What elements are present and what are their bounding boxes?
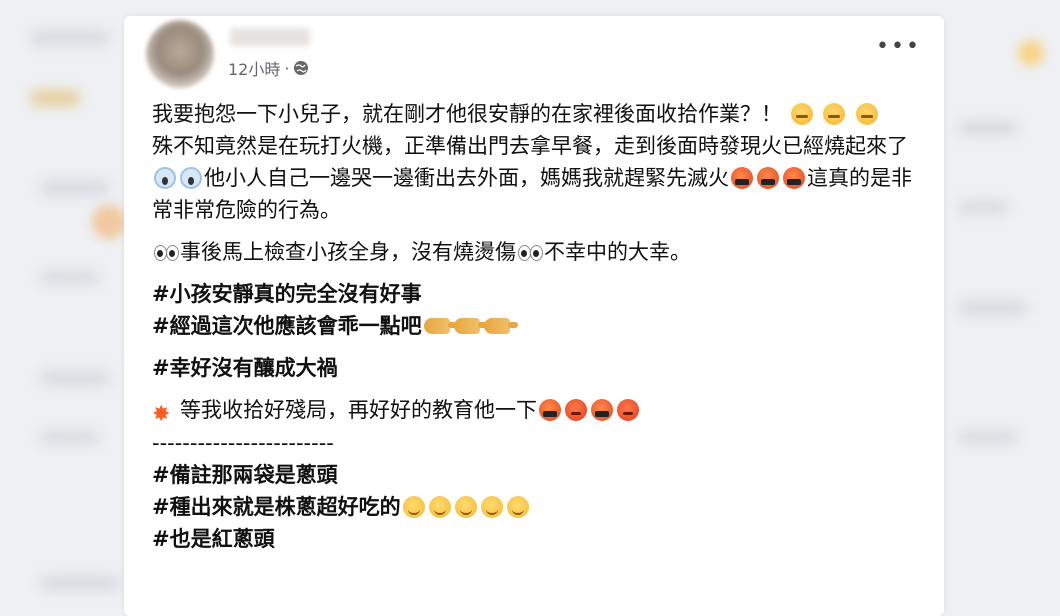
- angry-face-icon: [617, 399, 639, 421]
- meta-separator: ·: [284, 58, 290, 78]
- pointing-hand-icon: [423, 318, 458, 334]
- hashtag-link[interactable]: #種出來就是株蔥超好吃的: [152, 495, 401, 519]
- bg-blur: [1018, 40, 1044, 66]
- cursing-face-icon: [539, 399, 561, 421]
- post-text: 我要抱怨一下小兒子，就在剛才他很安靜的在家裡後面收拾作業？！: [152, 102, 782, 126]
- relieved-face-icon: [480, 496, 503, 518]
- tired-face-icon: [823, 103, 846, 125]
- post-body: 我要抱怨一下小兒子，就在剛才他很安靜的在家裡後面收拾作業？！ 殊不知竟然是在玩打…: [152, 98, 922, 555]
- post-text: 他小人自己一邊哭一邊衝出去外面，媽媽我就趕緊先滅火: [204, 166, 729, 190]
- cursing-face-icon: [757, 167, 779, 189]
- angry-face-icon: [565, 399, 587, 421]
- relieved-face-icon: [402, 496, 425, 518]
- eyes-icon: [517, 241, 543, 263]
- bg-blur: [92, 205, 126, 239]
- bg-blur: [958, 300, 1028, 316]
- tired-face-icon: [856, 103, 879, 125]
- author-name-blurred[interactable]: [230, 28, 310, 46]
- paragraph: ------------------------ #備註那兩袋是蔥頭 #種出來就…: [152, 427, 922, 555]
- screaming-face-icon: [180, 167, 202, 189]
- paragraph: ✸ 等我收拾好殘局，再好好的教育他一下: [152, 394, 922, 427]
- post-text: 不幸中的大幸。: [544, 240, 691, 264]
- bg-blur: [30, 30, 110, 46]
- paragraph: 我要抱怨一下小兒子，就在剛才他很安靜的在家裡後面收拾作業？！: [152, 98, 922, 130]
- tired-face-icon: [790, 103, 813, 125]
- bg-blur: [958, 200, 1008, 214]
- bg-blur: [40, 575, 120, 591]
- bg-blur: [40, 430, 100, 444]
- relieved-face-icon: [428, 496, 451, 518]
- cursing-face-icon: [591, 399, 613, 421]
- cursing-face-icon: [731, 167, 753, 189]
- post-timestamp[interactable]: 12小時: [228, 56, 280, 80]
- bg-blur: [40, 180, 110, 196]
- bg-blur: [40, 370, 110, 386]
- collision-icon: ✸: [152, 402, 171, 427]
- bg-blur: [40, 270, 100, 284]
- bg-blur: [958, 120, 1018, 136]
- paragraph: #小孩安靜真的完全沒有好事 #經過這次他應該會乖一點吧: [152, 278, 922, 342]
- relieved-face-icon: [506, 496, 529, 518]
- cursing-face-icon: [783, 167, 805, 189]
- screaming-face-icon: [154, 167, 176, 189]
- paragraph: 事後馬上檢查小孩全身，沒有燒燙傷 不幸中的大幸。: [152, 236, 922, 268]
- post-text: 事後馬上檢查小孩全身，沒有燒燙傷: [180, 240, 516, 264]
- pointing-hand-icon: [453, 318, 488, 334]
- post-meta: 12小時 ·: [228, 56, 309, 80]
- paragraph: 殊不知竟然是在玩打火機，正準備出門去拿早餐，走到後面時發現火已經燒起來了他小人自…: [152, 130, 922, 226]
- bg-blur: [958, 430, 1018, 444]
- hashtag-link[interactable]: #幸好沒有釀成大禍: [152, 356, 338, 380]
- bg-blur: [30, 90, 80, 106]
- post-text: 等我收拾好殘局，再好好的教育他一下: [180, 398, 537, 422]
- author-avatar[interactable]: [146, 20, 214, 88]
- post-text: 殊不知竟然是在玩打火機，正準備出門去拿早餐，走到後面時發現火已經燒起來了: [152, 134, 908, 158]
- hashtag-link[interactable]: #備註那兩袋是蔥頭: [152, 463, 338, 487]
- relieved-face-icon: [454, 496, 477, 518]
- paragraph: #幸好沒有釀成大禍: [152, 352, 922, 384]
- hashtag-link[interactable]: #小孩安靜真的完全沒有好事: [152, 282, 422, 306]
- hashtag-link[interactable]: #經過這次他應該會乖一點吧: [152, 314, 422, 338]
- eyes-icon: [153, 241, 179, 263]
- text-divider: ------------------------: [152, 431, 334, 455]
- pointing-hand-icon: [483, 318, 518, 334]
- post-card: 12小時 · ••• 我要抱怨一下小兒子，就在剛才他很安靜的在家裡後面收拾作業？…: [124, 16, 944, 616]
- hashtag-link[interactable]: #也是紅蔥頭: [152, 527, 275, 551]
- more-options-button[interactable]: •••: [876, 36, 921, 58]
- globe-icon: [293, 60, 309, 76]
